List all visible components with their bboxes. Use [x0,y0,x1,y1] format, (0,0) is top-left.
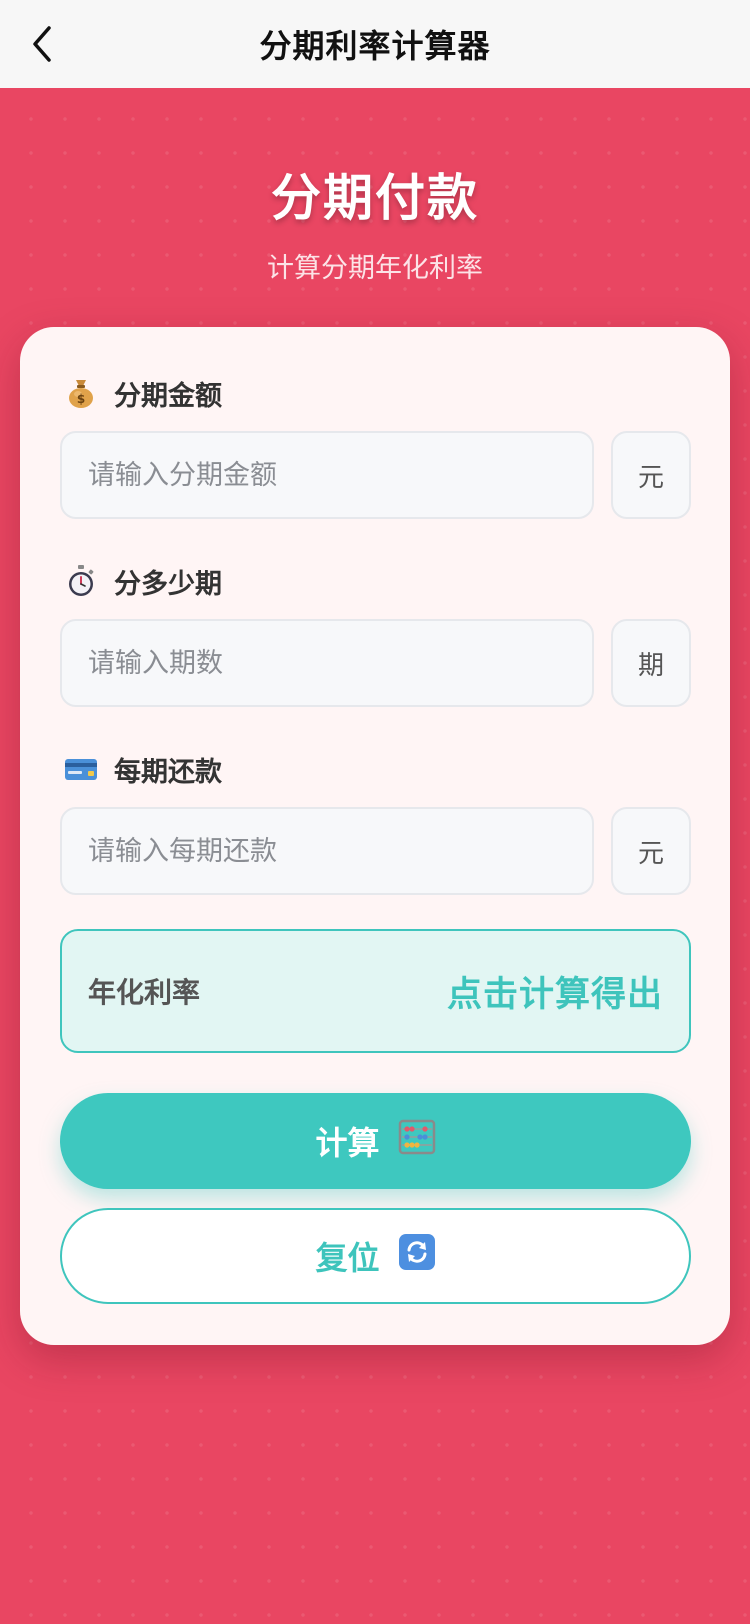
payment-input[interactable] [88,835,592,867]
periods-label: 分多少期 [114,568,222,600]
amount-input[interactable] [88,459,592,491]
refresh-icon [398,1233,436,1279]
periods-input-wrapper [60,619,594,707]
amount-label-row: $ 分期金额 [64,373,222,413]
payment-input-wrapper [60,807,594,895]
money-bag-icon: $ [64,376,98,410]
periods-unit: 期 [611,619,691,707]
result-value: 点击计算得出 [446,974,663,1015]
back-button[interactable] [20,22,64,66]
result-box: 年化利率 点击计算得出 [60,929,691,1053]
reset-button-label: 复位 [315,1239,380,1277]
amount-input-wrapper [60,431,594,519]
calculate-button[interactable]: 计算 [60,1093,691,1189]
payment-label: 每期还款 [114,756,222,788]
hero-title: 分期付款 [271,169,479,227]
hero-subtitle: 计算分期年化利率 [267,253,483,284]
reset-button[interactable]: 复位 [60,1208,691,1304]
chevron-left-icon [33,26,51,62]
calculator-card: $ 分期金额 元 分多少期 期 [20,327,730,1345]
payment-unit: 元 [611,807,691,895]
page-title: 分期利率计算器 [259,27,491,65]
svg-text:$: $ [77,392,85,406]
periods-input[interactable] [88,647,592,679]
abacus-icon [398,1118,436,1164]
amount-label: 分期金额 [114,380,222,412]
credit-card-icon [64,752,98,786]
stopwatch-icon [64,564,98,598]
calculate-button-label: 计算 [315,1124,380,1162]
periods-label-row: 分多少期 [64,561,222,601]
payment-label-row: 每期还款 [64,749,222,789]
amount-unit: 元 [611,431,691,519]
result-label: 年化利率 [88,976,201,1009]
nav-bar: 分期利率计算器 [0,0,750,88]
